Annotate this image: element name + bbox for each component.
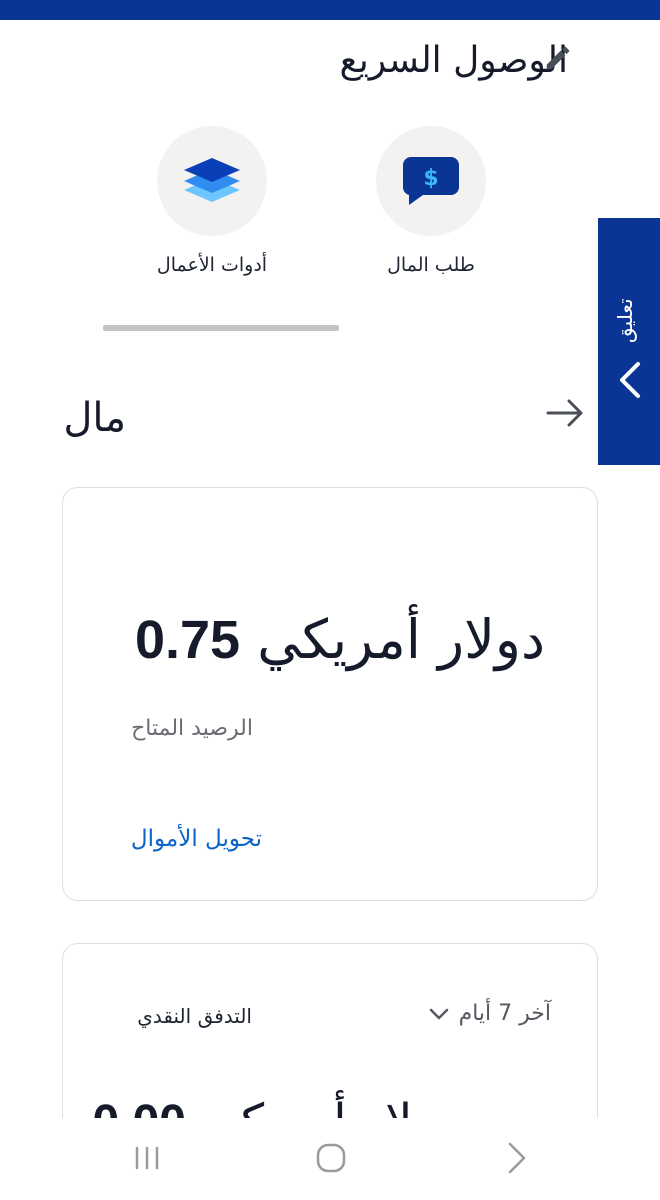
dollar-chat-icon: $ [402,157,459,205]
arrow-right-icon[interactable] [545,397,585,429]
back-icon[interactable] [497,1138,537,1178]
cash-flow-card[interactable]: التدفق النقدي آخر 7 أيام دولار أمريكي 0.… [62,943,598,1150]
svg-text:$: $ [423,166,438,191]
edit-quick-access-button[interactable] [540,40,576,76]
money-section-title: مال [63,395,126,441]
balance-card[interactable]: دولار أمريكي 0.75 الرصيد المتاح تحويل ال… [62,487,598,901]
period-value: آخر 7 أيام [458,1001,551,1026]
system-navigation-bar [0,1118,660,1200]
recent-apps-icon[interactable] [127,1138,167,1178]
balance-currency: دولار أمريكي [257,608,545,671]
quick-access-title: الوصول السريع [339,40,568,81]
tile-label: طلب المال [387,254,475,276]
pencil-icon [546,46,570,70]
available-balance-label: الرصيد المتاح [131,716,253,741]
home-icon[interactable] [311,1138,351,1178]
transfer-money-link[interactable]: تحويل الأموال [131,826,262,852]
status-bar-strip [0,0,660,20]
tile-icon-circle: $ [376,126,486,236]
feedback-label-wrap: تعليق [598,218,660,358]
feedback-label: تعليق [613,298,637,343]
quick-access-tile-request-money[interactable]: $ طلب المال [351,126,511,276]
carousel-scroll-indicator [103,325,339,331]
quick-access-tile-business-tools[interactable]: أدوات الأعمال [132,126,292,276]
layers-icon [184,158,240,202]
cash-flow-title: التدفق النقدي [137,1004,252,1028]
chevron-left-icon [620,362,640,398]
chevron-down-icon [429,1008,448,1019]
balance-value: 0.75 [134,610,241,670]
period-dropdown[interactable]: آخر 7 أيام [429,1001,551,1026]
balance-amount: دولار أمريكي 0.75 [135,608,545,671]
tile-icon-circle [157,126,267,236]
feedback-tab[interactable]: تعليق [598,218,660,465]
tile-label: أدوات الأعمال [156,254,268,276]
